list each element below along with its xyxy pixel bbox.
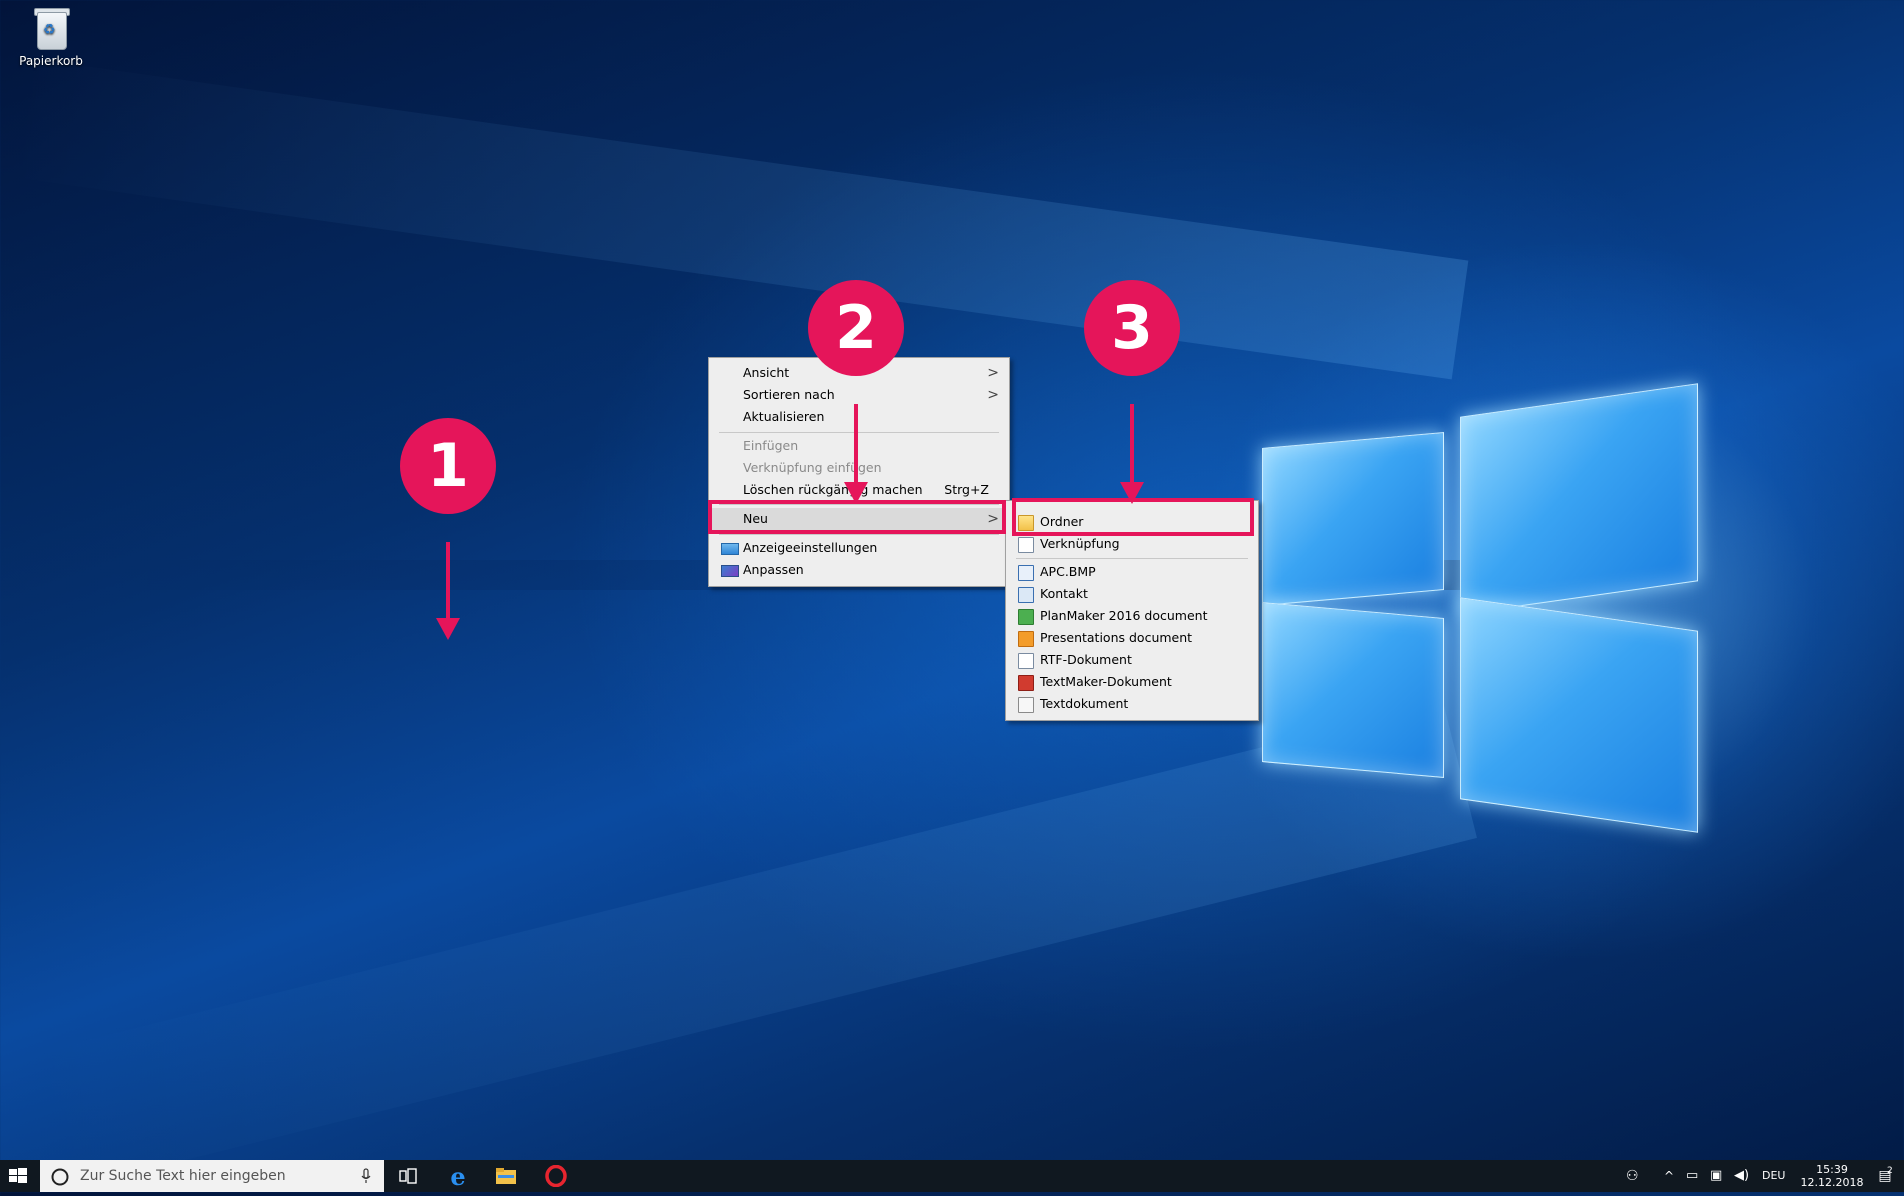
personalize-icon: [721, 565, 739, 577]
menu-item-label: Ansicht: [743, 365, 790, 380]
menu-separator: [719, 432, 999, 433]
submenu-item-label: APC.BMP: [1040, 564, 1096, 579]
submenu-item-label: Kontakt: [1040, 586, 1088, 601]
light-beam: [26, 702, 1477, 1192]
desktop-context-menu: Ansicht > Sortieren nach > Aktualisieren…: [708, 357, 1010, 587]
submenu-item-label: Presentations document: [1040, 630, 1193, 645]
opera-taskbar-button[interactable]: [536, 1160, 576, 1192]
menu-separator: [1016, 558, 1248, 559]
display-settings-icon: [721, 543, 739, 555]
submenu-item-verknuepfung[interactable]: Verknüpfung: [1008, 533, 1256, 555]
edge-taskbar-button[interactable]: e: [438, 1160, 478, 1192]
contact-icon: [1018, 587, 1034, 603]
submenu-item-planmaker[interactable]: PlanMaker 2016 document: [1008, 605, 1256, 627]
logo-pane: [1460, 383, 1698, 615]
menu-item-label: Sortieren nach: [743, 387, 835, 402]
menu-item-label: Anzeigeeinstellungen: [743, 540, 878, 555]
file-explorer-button[interactable]: [486, 1160, 526, 1192]
menu-item-label: Löschen rückgängig machen: [743, 482, 923, 497]
windows-start-icon: [9, 1168, 27, 1183]
menu-separator: [719, 534, 999, 535]
step-arrow-1: [446, 542, 450, 620]
clock[interactable]: 15:39 12.12.2018: [1800, 1160, 1864, 1195]
opera-icon: [545, 1165, 567, 1187]
rtf-icon: [1018, 653, 1034, 669]
microphone-icon[interactable]: [360, 1168, 372, 1184]
task-view-icon: [399, 1168, 417, 1184]
logo-pane: [1460, 597, 1698, 833]
submenu-item-presentations[interactable]: Presentations document: [1008, 627, 1256, 649]
menu-item-label: Einfügen: [743, 438, 799, 453]
logo-pane: [1262, 602, 1444, 778]
submenu-item-rtf[interactable]: RTF-Dokument: [1008, 649, 1256, 671]
language-indicator[interactable]: DEU: [1762, 1160, 1785, 1192]
menu-item-anzeigeeinstellungen[interactable]: Anzeigeeinstellungen: [711, 537, 1007, 559]
step-arrow-3: [1130, 404, 1134, 484]
logo-pane: [1262, 432, 1444, 606]
step-badge-2: 2: [808, 280, 904, 376]
presentations-icon: [1018, 631, 1034, 647]
menu-item-shortcut: Strg+Z: [944, 482, 989, 497]
menu-item-verknuepfung-einfuegen: Verknüpfung einfügen: [711, 457, 1007, 479]
step-badge-1: 1: [400, 418, 496, 514]
recycle-bin-label: Papierkorb: [19, 54, 83, 68]
edge-icon: e: [450, 1161, 466, 1191]
submenu-item-apc-bmp[interactable]: APC.BMP: [1008, 561, 1256, 583]
chevron-right-icon: >: [987, 365, 999, 381]
task-view-button[interactable]: [388, 1160, 428, 1192]
arrow-head-icon: [844, 482, 868, 504]
menu-item-anpassen[interactable]: Anpassen: [711, 559, 1007, 581]
step-badge-3: 3: [1084, 280, 1180, 376]
action-center-button[interactable]: ▤ 2: [1870, 1160, 1900, 1192]
network-icon[interactable]: ▣: [1710, 1160, 1722, 1192]
folder-icon: [496, 1168, 516, 1184]
submenu-item-label: Verknüpfung: [1040, 536, 1120, 551]
light-beam: [5, 57, 1469, 380]
battery-icon[interactable]: ▭: [1686, 1160, 1698, 1192]
submenu-item-label: RTF-Dokument: [1040, 652, 1132, 667]
highlight-neu: [708, 500, 1006, 534]
submenu-item-kontakt[interactable]: Kontakt: [1008, 583, 1256, 605]
menu-item-sortieren-nach[interactable]: Sortieren nach >: [711, 384, 1007, 406]
arrow-head-icon: [436, 618, 460, 640]
arrow-head-icon: [1120, 482, 1144, 504]
search-placeholder: Zur Suche Text hier eingeben: [80, 1168, 286, 1184]
submenu-item-label: TextMaker-Dokument: [1040, 674, 1172, 689]
recycle-bin-icon: ♻: [31, 6, 71, 50]
submenu-item-textmaker[interactable]: TextMaker-Dokument: [1008, 671, 1256, 693]
notification-count: 2: [1887, 1166, 1893, 1176]
taskbar: Zur Suche Text hier eingeben e ⚇ ^ ▭ ▣ ◀…: [0, 1160, 1904, 1192]
textmaker-icon: [1018, 675, 1034, 691]
shortcut-icon: [1018, 537, 1034, 553]
step-arrow-2: [854, 404, 858, 484]
chevron-right-icon: >: [987, 387, 999, 403]
planmaker-icon: [1018, 609, 1034, 625]
text-document-icon: [1018, 697, 1034, 713]
menu-item-label: Verknüpfung einfügen: [743, 460, 882, 475]
bitmap-icon: [1018, 565, 1034, 581]
search-box[interactable]: Zur Suche Text hier eingeben: [40, 1160, 384, 1192]
clock-date: 12.12.2018: [1800, 1176, 1864, 1189]
menu-item-label: Anpassen: [743, 562, 804, 577]
submenu-item-textdokument[interactable]: Textdokument: [1008, 693, 1256, 715]
start-button[interactable]: [0, 1160, 36, 1192]
menu-item-aktualisieren[interactable]: Aktualisieren: [711, 406, 1007, 428]
menu-item-einfuegen: Einfügen: [711, 435, 1007, 457]
clock-time: 15:39: [1816, 1163, 1848, 1176]
cortana-icon: [51, 1168, 69, 1186]
recycle-bin-shortcut[interactable]: ♻ Papierkorb: [14, 6, 88, 68]
submenu-item-label: Textdokument: [1040, 696, 1129, 711]
menu-item-label: Aktualisieren: [743, 409, 825, 424]
volume-icon[interactable]: ◀): [1734, 1160, 1749, 1192]
submenu-item-label: PlanMaker 2016 document: [1040, 608, 1208, 623]
chevron-up-icon[interactable]: ^: [1664, 1160, 1674, 1192]
people-icon[interactable]: ⚇: [1626, 1160, 1639, 1192]
